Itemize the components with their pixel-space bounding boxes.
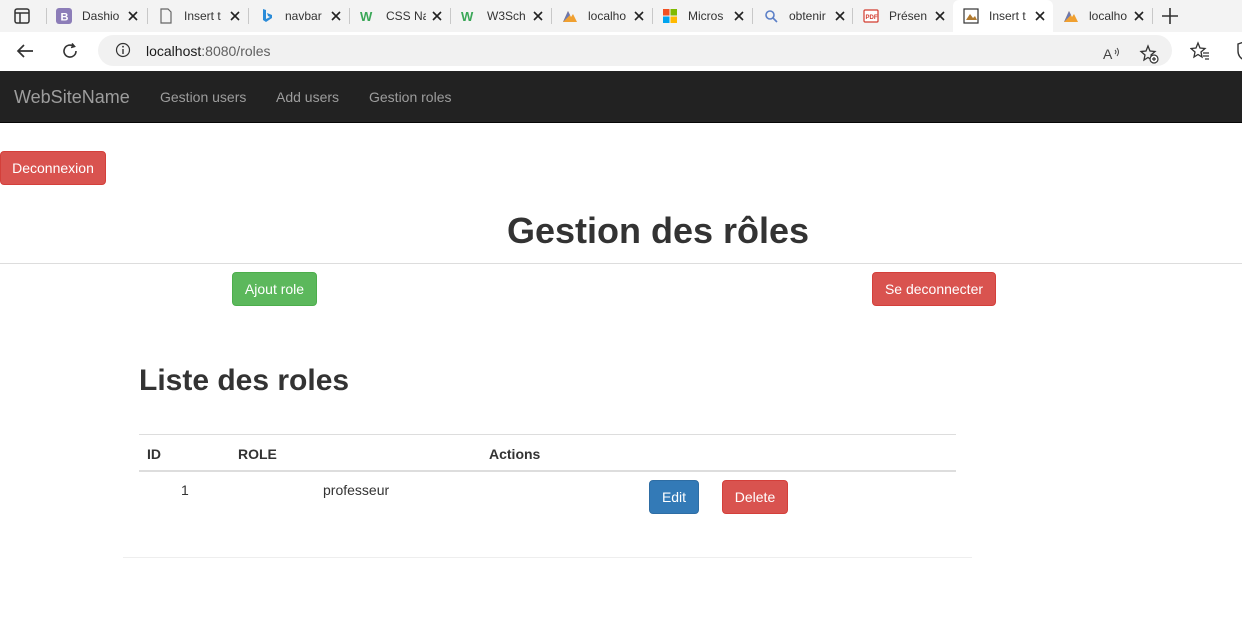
tab-label: W3Sch [487,9,526,23]
tab-label: CSS Na [386,9,426,23]
delete-button[interactable]: Delete [722,480,788,514]
close-tab-icon[interactable] [732,9,746,23]
refresh-icon[interactable] [60,41,80,61]
tab-label: Insert t [184,9,221,23]
nav-link-add-users[interactable]: Add users [276,89,339,105]
svg-text:A: A [1103,46,1113,62]
phpmyadmin-icon [1063,8,1079,24]
tab-label: obtenir [789,9,826,23]
url-host: localhost [146,43,202,59]
close-tab-icon[interactable] [632,9,646,23]
read-aloud-icon[interactable]: A [1102,44,1122,64]
new-tab-icon[interactable] [1160,6,1180,26]
column-header-role: ROLE [238,446,277,462]
pdf-icon: PDF [863,8,879,24]
tab-actions-icon[interactable] [13,7,31,25]
tab-label: navbar [285,9,322,23]
info-icon[interactable] [115,42,131,58]
close-tab-icon[interactable] [126,9,140,23]
browser-tab[interactable]: W W3Sch [451,0,551,32]
bing-icon [259,8,275,24]
close-tab-icon[interactable] [228,9,242,23]
url-text[interactable]: localhost:8080/roles [146,43,271,59]
tab-label: localho [1089,9,1128,23]
url-path: :8080/roles [201,43,271,59]
page-icon [158,8,174,24]
close-tab-icon[interactable] [329,9,343,23]
tab-label: Présen [889,9,928,23]
browser-tab[interactable]: PDF Présen [853,0,953,32]
navbar-brand[interactable]: WebSiteName [14,87,130,108]
divider [0,263,1242,264]
tab-label: Insert t [989,9,1026,23]
search-icon [763,8,779,24]
close-tab-icon[interactable] [1132,9,1146,23]
phpmyadmin-icon [562,8,578,24]
favorites-icon[interactable] [1190,41,1210,61]
edit-button[interactable]: Edit [649,480,699,514]
svg-text:W: W [461,9,474,24]
browser-tab[interactable]: W CSS Na [350,0,450,32]
tab-label: Micros [688,9,724,23]
tab-label: Dashio [82,9,120,23]
browser-toolbar: localhost:8080/roles A [0,32,1242,70]
tab-label: localho [588,9,627,23]
deconnexion-button[interactable]: Deconnexion [0,151,106,185]
browser-tab[interactable]: navbar [249,0,349,32]
back-arrow-icon[interactable] [15,41,35,61]
browser-tab-active[interactable]: Insert t [953,0,1053,32]
close-tab-icon[interactable] [531,9,545,23]
column-header-id: ID [147,446,161,462]
image-icon [963,8,979,24]
svg-text:B: B [61,12,69,24]
browser-tab-strip: B Dashio Insert t navbar W CSS Na W W3Sc… [0,0,1242,32]
bootstrap-icon: B [56,8,72,24]
w3schools-icon: W [461,8,477,24]
close-tab-icon[interactable] [1033,9,1047,23]
svg-text:PDF: PDF [866,15,878,21]
close-tab-icon[interactable] [430,9,444,23]
add-role-button[interactable]: Ajout role [232,272,317,306]
add-favorite-icon[interactable] [1139,44,1159,64]
role-name: professeur [323,482,390,498]
browser-tab[interactable]: localho [1053,0,1152,32]
browser-tab[interactable]: B Dashio [46,0,146,32]
tab-separator [1152,8,1153,24]
column-header-actions: Actions [489,446,541,462]
browser-tab[interactable]: obtenir [753,0,853,32]
table-header: ID ROLE Actions [139,434,956,472]
browser-tab[interactable]: Insert t [148,0,248,32]
nav-link-gestion-users[interactable]: Gestion users [160,89,246,105]
microsoft-icon [662,8,678,24]
browser-essentials-icon[interactable] [1234,41,1242,61]
site-navbar: WebSiteName Gestion users Add users Gest… [0,71,1242,123]
browser-tab[interactable]: localho [552,0,652,32]
logout-button[interactable]: Se deconnecter [872,272,996,306]
list-title: Liste des roles [139,364,350,397]
page-title: Gestion des rôles [506,210,810,251]
close-tab-icon[interactable] [833,9,847,23]
w3schools-icon: W [360,8,376,24]
svg-text:W: W [360,9,373,24]
address-bar[interactable]: localhost:8080/roles A [98,35,1172,66]
nav-link-gestion-roles[interactable]: Gestion roles [369,89,451,105]
close-tab-icon[interactable] [933,9,947,23]
role-id: 1 [181,482,189,498]
browser-tab[interactable]: Micros [652,0,752,32]
divider [123,557,972,558]
